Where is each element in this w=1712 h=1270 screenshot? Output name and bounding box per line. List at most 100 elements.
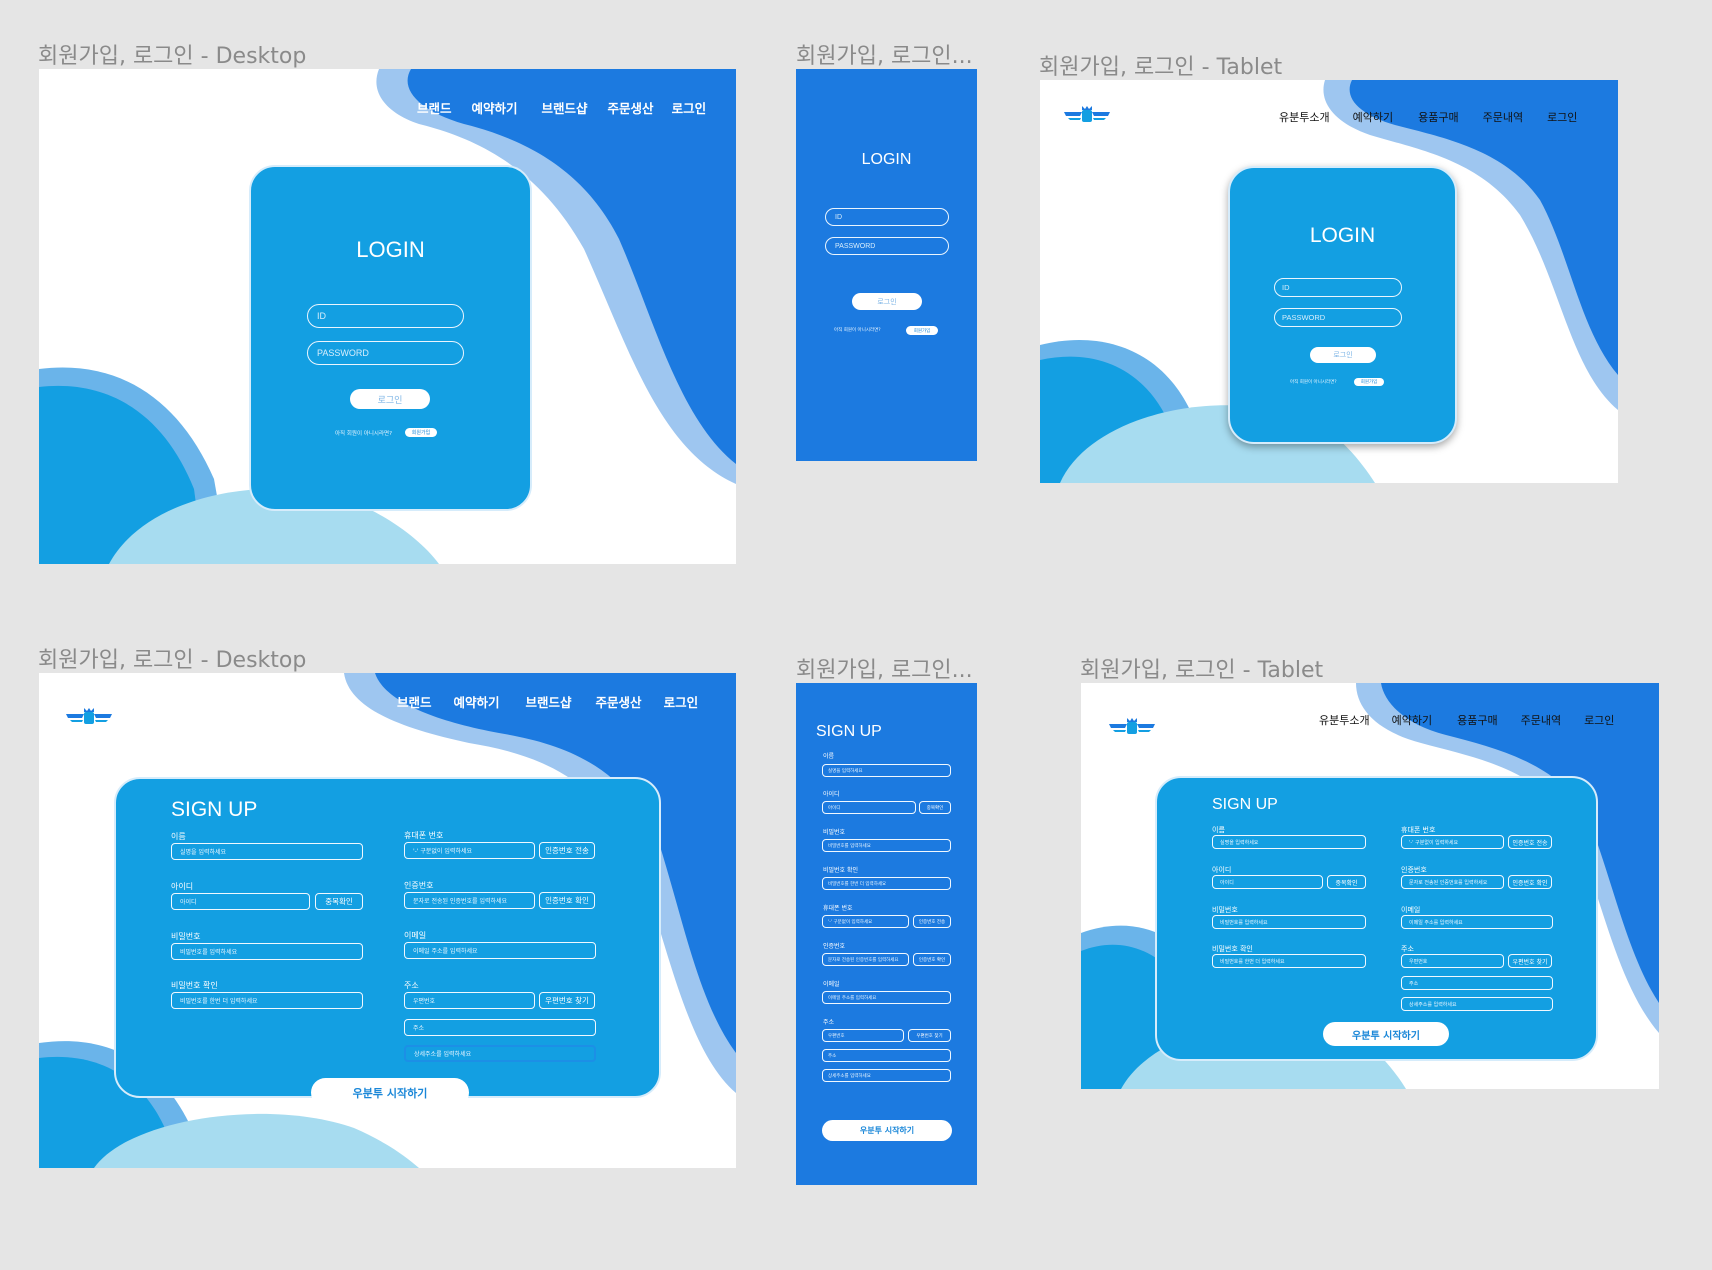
phone-input[interactable]: '-' 구분없이 입력하세요 [1401,835,1504,849]
verify-label: 인증번호 [404,881,434,890]
nav-item-order[interactable]: 주문생산 [608,98,654,117]
login-button[interactable]: 로그인 [852,293,922,310]
start-button[interactable]: 우분투 시작하기 [311,1078,469,1107]
name-input[interactable]: 실명을 입력하세요 [1212,835,1366,849]
email-label: 이메일 [404,931,427,940]
zip-find-button[interactable]: 우편번호 찾기 [1508,954,1552,968]
zip-input[interactable]: 우편번호 [1401,954,1504,968]
nav-item-intro[interactable]: 유분투소개 [1279,109,1330,125]
zip-input[interactable]: 우편번호 [822,1029,904,1042]
signup-desktop-frame: 브랜드 예약하기 브랜드샵 주문생산 로그인 SIGN UP 이름 실명을 입력… [39,673,736,1168]
id-input[interactable]: 아이디 [822,801,916,814]
nav-item-reserve[interactable]: 예약하기 [1392,712,1432,728]
nav-item-login[interactable]: 로그인 [1584,712,1614,728]
address-label: 주소 [1401,945,1414,953]
address-detail-input[interactable]: 상세주소를 입력하세요 [404,1045,596,1062]
top-nav: 유분투소개 예약하기 용품구매 주문내역 로그인 [1319,710,1614,730]
phone-input[interactable]: '-' 구분없이 입력하세요 [404,842,535,859]
nav-item-orders[interactable]: 주문내역 [1521,712,1561,728]
id-check-button[interactable]: 중복확인 [1327,875,1366,889]
phone-send-button[interactable]: 인증번호 전송 [913,915,951,928]
address-detail-input[interactable]: 상세주소를 입력하세요 [1401,997,1553,1011]
login-button[interactable]: 로그인 [350,389,430,409]
address-input[interactable]: 주소 [822,1049,951,1062]
password-input[interactable]: 비밀번호를 입력하세요 [1212,915,1366,929]
login-card: LOGIN ID PASSWORD 로그인 아직 회원이 아니시라면? 회원가입 [1228,166,1457,444]
wings-logo-icon[interactable] [1107,716,1157,736]
zip-find-button[interactable]: 우편번호 찾기 [539,992,595,1009]
phone-input[interactable]: '-' 구분없이 입력하세요 [822,915,909,928]
nav-item-reserve[interactable]: 예약하기 [1353,109,1393,125]
password-confirm-input[interactable]: 비밀번호를 한번 더 입력하세요 [822,877,951,890]
password-input[interactable]: PASSWORD [307,341,464,365]
signup-mobile-frame: SIGN UP 이름 실명을 입력하세요 아이디 아이디 중복확인 비밀번호 비… [796,683,977,1185]
frame-title-login-tablet: 회원가입, 로그인 - Tablet [1039,55,1283,80]
signup-link[interactable]: 회원가입 [405,428,437,437]
login-desktop-frame: 브랜드 예약하기 브랜드샵 주문생산 로그인 LOGIN ID PASSWORD… [39,69,736,564]
wings-logo-icon[interactable] [64,706,114,726]
phone-label: 휴대폰 번호 [1401,826,1436,834]
id-input[interactable]: ID [307,304,464,328]
password-label: 비밀번호 [171,932,201,941]
address-input[interactable]: 주소 [1401,976,1553,990]
wings-logo-icon[interactable] [1062,104,1112,124]
nav-item-shop[interactable]: 용품구매 [1418,109,1458,125]
nav-item-brand[interactable]: 브랜드 [397,692,432,711]
zip-find-button[interactable]: 우편번호 찾기 [908,1029,951,1042]
password-confirm-input[interactable]: 비밀번호를 한번 더 입력하세요 [171,992,363,1009]
id-label: 아이디 [171,882,194,891]
nav-item-login[interactable]: 로그인 [664,692,699,711]
nav-item-brand[interactable]: 브랜드 [417,98,452,117]
nav-item-orders[interactable]: 주문내역 [1483,109,1523,125]
nav-item-login[interactable]: 로그인 [1547,109,1577,125]
password-input[interactable]: PASSWORD [1274,308,1402,327]
start-button[interactable]: 우분투 시작하기 [822,1120,952,1141]
verify-input[interactable]: 문자로 전송된 인증번호를 입력하세요 [822,953,909,966]
start-button[interactable]: 우분투 시작하기 [1323,1022,1449,1046]
verify-check-button[interactable]: 인증번호 확인 [913,953,951,966]
nav-item-reserve[interactable]: 예약하기 [454,692,500,711]
login-button[interactable]: 로그인 [1310,347,1376,363]
login-tablet-frame: 유분투소개 예약하기 용품구매 주문내역 로그인 LOGIN ID PASSWO… [1040,80,1618,483]
password-confirm-input[interactable]: 비밀번호를 한번 더 입력하세요 [1212,954,1366,968]
password-input[interactable]: 비밀번호를 입력하세요 [822,839,951,852]
phone-send-button[interactable]: 인증번호 전송 [1508,835,1552,849]
verify-check-button[interactable]: 인증번호 확인 [539,892,595,909]
email-input[interactable]: 이메일 주소를 입력하세요 [822,991,951,1004]
nav-item-order[interactable]: 주문생산 [596,692,642,711]
id-input[interactable]: 아이디 [1212,875,1323,889]
login-mobile-frame: LOGIN ID PASSWORD 로그인 아직 회원이 아니시라면? 회원가입 [796,69,977,461]
name-label: 이름 [823,753,835,760]
verify-input[interactable]: 문자로 전송된 인증번호를 입력하세요 [404,892,535,909]
id-input[interactable]: ID [825,208,949,226]
zip-input[interactable]: 우편번호 [404,992,535,1009]
signup-link[interactable]: 회원가입 [906,326,938,335]
signup-link[interactable]: 회원가입 [1354,378,1384,386]
id-input[interactable]: ID [1274,278,1402,297]
nav-item-intro[interactable]: 유분투소개 [1319,712,1370,728]
id-label: 아이디 [823,791,840,798]
nav-item-login[interactable]: 로그인 [672,98,707,117]
address-input[interactable]: 주소 [404,1019,596,1036]
login-title: LOGIN [356,237,425,262]
password-label: 비밀번호 [823,829,846,836]
nav-item-reserve[interactable]: 예약하기 [472,98,518,117]
password-input[interactable]: PASSWORD [825,237,949,255]
name-input[interactable]: 실명을 입력하세요 [822,764,951,777]
password-input[interactable]: 비밀번호를 입력하세요 [171,943,363,960]
address-detail-input[interactable]: 상세주소를 입력하세요 [822,1069,951,1082]
nav-item-brandshop[interactable]: 브랜드샵 [542,98,588,117]
verify-check-button[interactable]: 인증번호 확인 [1508,875,1552,889]
name-input[interactable]: 실명을 입력하세요 [171,843,363,860]
id-check-button[interactable]: 중복확인 [315,893,363,910]
login-title: LOGIN [1309,224,1376,247]
email-input[interactable]: 이메일 주소를 입력하세요 [1401,915,1553,929]
nav-item-shop[interactable]: 용품구매 [1457,712,1497,728]
email-input[interactable]: 이메일 주소를 입력하세요 [404,942,596,959]
id-check-button[interactable]: 중복확인 [919,801,951,814]
id-input[interactable]: 아이디 [171,893,310,910]
verify-input[interactable]: 문자로 전송된 인증번호를 입력하세요 [1401,875,1504,889]
nav-item-brandshop[interactable]: 브랜드샵 [526,692,572,711]
frame-title-login-desktop: 회원가입, 로그인 - Desktop [38,44,307,69]
phone-send-button[interactable]: 인증번호 전송 [539,842,595,859]
